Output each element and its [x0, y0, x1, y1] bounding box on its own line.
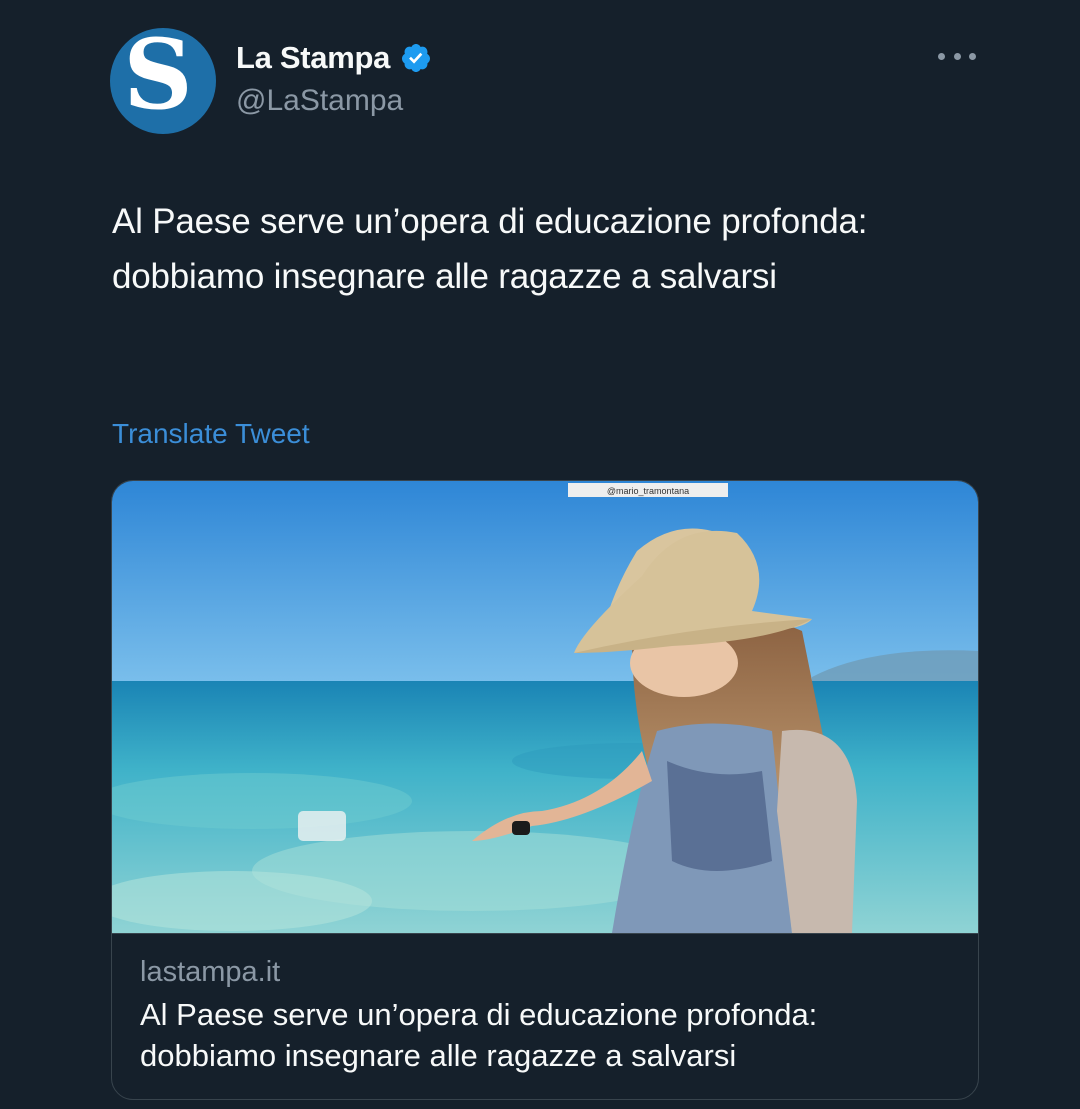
card-footer[interactable]: lastampa.it Al Paese serve un’opera di e…	[112, 933, 978, 1099]
translate-tweet-link[interactable]: Translate Tweet	[112, 418, 310, 450]
link-preview-card[interactable]: @mario_tramontana lastampa.it Al Paese s…	[111, 480, 979, 1100]
tweet-text: Al Paese serve un’opera di educazione pr…	[112, 202, 868, 296]
avatar[interactable]: S	[110, 28, 216, 134]
avatar-logo-letter: S	[123, 28, 193, 131]
more-dot-icon	[969, 52, 976, 60]
author-name[interactable]: La Stampa	[236, 40, 390, 76]
more-dot-icon	[938, 52, 945, 60]
more-options-icon[interactable]	[938, 44, 976, 68]
verified-badge-icon	[402, 44, 431, 72]
image-watermark: @mario_tramontana	[607, 486, 689, 496]
author-row: La Stampa	[236, 40, 432, 76]
card-domain: lastampa.it	[140, 956, 281, 988]
card-image[interactable]: @mario_tramontana	[112, 481, 978, 933]
card-title[interactable]: Al Paese serve un’opera di educazione pr…	[140, 994, 960, 1076]
more-dot-icon	[953, 52, 961, 60]
author-handle[interactable]: @LaStampa	[236, 84, 403, 118]
